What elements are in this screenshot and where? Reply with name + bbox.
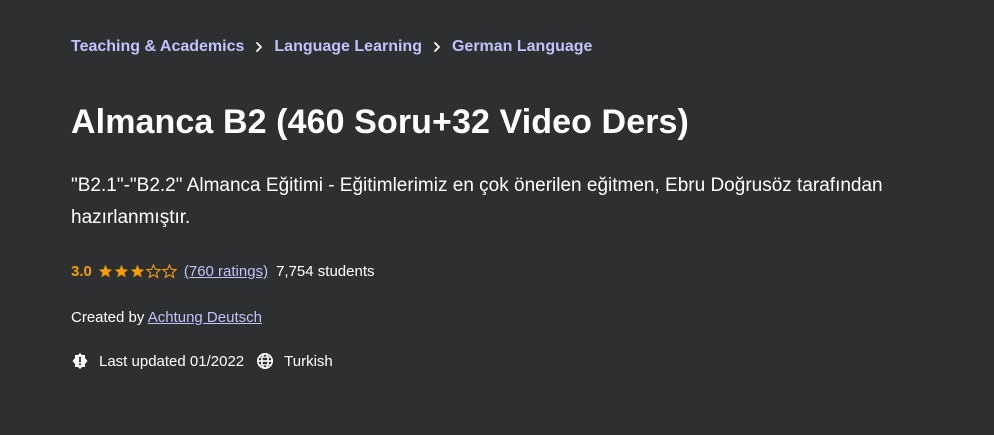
- breadcrumb: Teaching & Academics Language Learning G…: [71, 38, 592, 56]
- created-by: Created by Achtung Deutsch: [71, 309, 262, 326]
- star-rating: [98, 264, 178, 279]
- star-empty-icon: [161, 264, 177, 279]
- created-by-label: Created by: [71, 309, 148, 326]
- chevron-right-icon: [422, 38, 452, 56]
- ratings-count-link[interactable]: (760 ratings): [184, 263, 268, 280]
- last-updated: Last updated 01/2022: [99, 352, 245, 370]
- chevron-right-icon: [244, 38, 274, 56]
- breadcrumb-german-language[interactable]: German Language: [452, 38, 592, 56]
- alert-badge-icon: [71, 352, 89, 370]
- globe-icon: [256, 352, 274, 370]
- course-title: Almanca B2 (460 Soru+32 Video Ders): [71, 103, 689, 141]
- breadcrumb-language-learning[interactable]: Language Learning: [274, 38, 422, 56]
- rating-value: 3.0: [71, 263, 92, 280]
- course-meta: Last updated 01/2022 Turkish: [71, 352, 333, 370]
- star-filled-icon: [114, 264, 129, 278]
- star-filled-icon: [130, 264, 145, 278]
- rating-row: 3.0 (760 ratings) 7,754 students: [71, 263, 375, 280]
- star-empty-icon: [145, 264, 161, 279]
- breadcrumb-teaching-academics[interactable]: Teaching & Academics: [71, 38, 244, 56]
- students-count: 7,754 students: [276, 263, 375, 280]
- star-filled-icon: [98, 264, 113, 278]
- course-language: Turkish: [284, 352, 333, 370]
- course-subtitle: "B2.1"-"B2.2" Almanca Eğitimi - Eğitimle…: [71, 175, 883, 228]
- instructor-link[interactable]: Achtung Deutsch: [148, 309, 262, 326]
